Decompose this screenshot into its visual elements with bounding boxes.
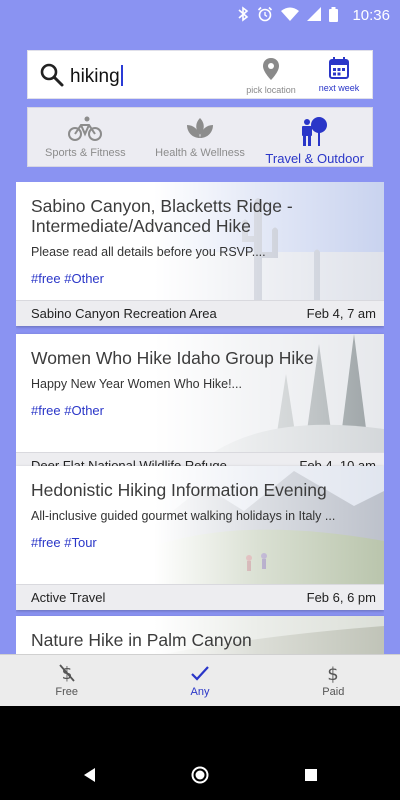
- filter-free-label: Free: [55, 686, 78, 698]
- event-date: Feb 6, 6 pm: [306, 590, 376, 605]
- event-description: All-inclusive guided gourmet walking hol…: [31, 509, 336, 523]
- category-label: Travel & Outdoor: [265, 151, 364, 166]
- event-location: Sabino Canyon Recreation Area: [31, 306, 217, 321]
- event-list: Sabino Canyon, Blacketts Ridge - Interme…: [16, 182, 384, 654]
- traveler-tree-icon: [301, 117, 327, 146]
- search-input[interactable]: hiking: [70, 65, 123, 88]
- filter-paid-tab[interactable]: $ Paid: [267, 655, 400, 706]
- filter-any-tab[interactable]: Any: [133, 655, 266, 706]
- no-dollar-icon: $: [58, 664, 75, 683]
- svg-text:$: $: [328, 664, 339, 683]
- event-footer: Active Travel Feb 6, 6 pm: [16, 584, 384, 610]
- filter-paid-label: Paid: [322, 686, 345, 698]
- pick-location-label: pick location: [246, 85, 296, 95]
- event-card[interactable]: Nature Hike in Palm Canyon: [16, 616, 384, 654]
- next-week-label: next week: [318, 83, 360, 93]
- checkmark-icon: [191, 666, 209, 681]
- lotus-icon: [187, 118, 213, 138]
- status-bar: 10:36: [0, 0, 400, 32]
- bicycle-icon: [68, 116, 103, 141]
- wifi-icon: [281, 7, 300, 24]
- event-card[interactable]: Women Who Hike Idaho Group Hike Happy Ne…: [16, 334, 384, 478]
- event-description: Happy New Year Women Who Hike!...: [31, 377, 242, 391]
- event-title: Sabino Canyon, Blacketts Ridge - Interme…: [31, 196, 293, 236]
- category-health-wellness[interactable]: Health & Wellness: [143, 108, 258, 166]
- price-filter-bar: $ Free Any $ Paid: [0, 654, 400, 706]
- dollar-icon: $: [328, 664, 339, 683]
- filter-any-label: Any: [190, 686, 210, 698]
- category-label: Health & Wellness: [155, 147, 245, 159]
- recents-icon[interactable]: [305, 769, 317, 781]
- status-time: 10:36: [352, 7, 390, 24]
- battery-icon: [329, 6, 339, 25]
- event-title: Women Who Hike Idaho Group Hike: [31, 348, 314, 368]
- next-week-button[interactable]: next week: [308, 57, 370, 93]
- filter-free-tab[interactable]: $ Free: [0, 655, 133, 706]
- event-description: Please read all details before you RSVP.…: [31, 245, 266, 259]
- search-bar[interactable]: hiking pick location next week: [27, 50, 373, 99]
- event-title: Nature Hike in Palm Canyon: [31, 630, 252, 650]
- event-footer: Sabino Canyon Recreation Area Feb 4, 7 a…: [16, 300, 384, 326]
- event-tags[interactable]: #free #Other: [31, 403, 369, 418]
- category-travel-outdoor[interactable]: Travel & Outdoor: [257, 108, 372, 166]
- bluetooth-icon: [237, 6, 249, 25]
- map-pin-icon: [263, 58, 279, 80]
- event-tags[interactable]: #free #Other: [31, 271, 369, 286]
- text-cursor: [120, 65, 123, 86]
- category-label: Sports & Fitness: [44, 147, 126, 159]
- back-icon[interactable]: [84, 768, 96, 782]
- search-query-text: hiking: [70, 66, 120, 87]
- event-card[interactable]: Sabino Canyon, Blacketts Ridge - Interme…: [16, 182, 384, 326]
- search-icon: [40, 63, 64, 87]
- system-nav-bar: [0, 706, 400, 800]
- home-icon[interactable]: [191, 766, 209, 784]
- calendar-icon: [329, 57, 349, 79]
- alarm-icon: [257, 6, 273, 25]
- event-location: Active Travel: [31, 590, 106, 605]
- event-date: Feb 4, 7 am: [306, 306, 376, 321]
- category-selector: Sports & Fitness Health & Wellness Trave…: [27, 107, 373, 167]
- signal-icon: [307, 7, 322, 24]
- event-card[interactable]: Hedonistic Hiking Information Evening Al…: [16, 466, 384, 610]
- pick-location-button[interactable]: pick location: [240, 57, 302, 95]
- event-title: Hedonistic Hiking Information Evening: [31, 480, 327, 500]
- category-sports-fitness[interactable]: Sports & Fitness: [28, 108, 143, 166]
- event-tags[interactable]: #free #Tour: [31, 535, 369, 550]
